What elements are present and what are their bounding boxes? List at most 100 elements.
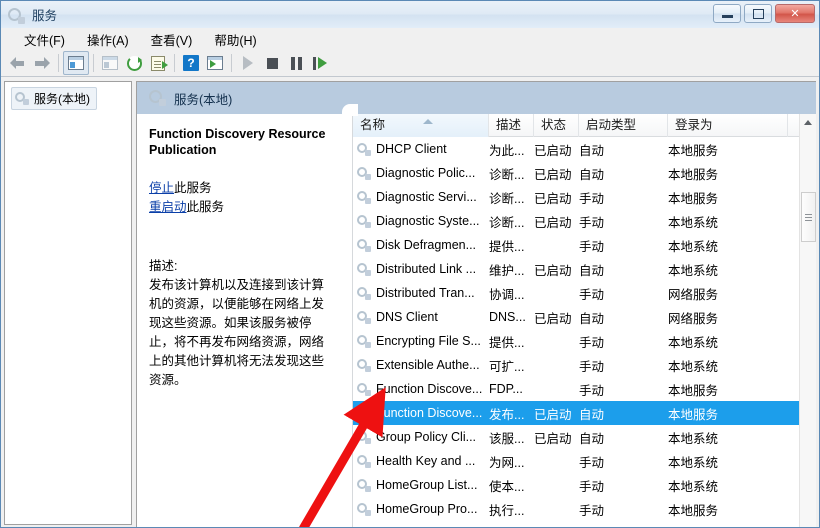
table-row[interactable]: HomeGroup Pro... 执行... 手动 本地服务 <box>353 497 803 521</box>
cell-name: Function Discove... <box>353 406 489 420</box>
table-row[interactable]: Function Discove... FDP... 手动 本地服务 <box>353 377 803 401</box>
restart-service-icon[interactable] <box>308 52 332 74</box>
cell-log-on-as: 本地服务 <box>668 167 719 182</box>
cell-name: Distributed Link ... <box>353 262 489 276</box>
table-row[interactable]: Disk Defragmen... 提供... 手动 本地系统 <box>353 233 803 257</box>
service-title: Function Discovery Resource Publication <box>149 127 326 157</box>
properties-icon[interactable] <box>98 52 122 74</box>
menu-help[interactable]: 帮助(H) <box>203 28 267 51</box>
cell-description: DNS... <box>489 310 526 324</box>
menu-action[interactable]: 操作(A) <box>76 28 140 51</box>
column-status[interactable]: 状态 <box>534 114 579 137</box>
cell-name: Distributed Tran... <box>353 286 489 300</box>
close-button[interactable]: ✕ <box>775 4 815 23</box>
vertical-scrollbar[interactable] <box>799 114 816 527</box>
stop-service-link[interactable]: 停止 <box>149 181 174 195</box>
console-tree-pane: 服务(本地) <box>4 81 132 525</box>
cell-startup-type: 手动 <box>579 455 605 470</box>
start-service-icon[interactable] <box>236 52 260 74</box>
stop-service-icon[interactable] <box>260 52 284 74</box>
cell-description: 执行... <box>489 503 525 518</box>
cell-startup-type: 手动 <box>579 191 605 206</box>
tree-item-services-local[interactable]: 服务(本地) <box>11 87 97 110</box>
table-row[interactable]: Health Key and ... 为网... 手动 本地系统 <box>353 449 803 473</box>
cell-log-on-as: 本地服务 <box>668 143 719 158</box>
window-controls: ✕ <box>713 4 815 23</box>
minimize-button[interactable] <box>713 4 741 23</box>
table-row[interactable]: Function Discove... 发布... 已启动 自动 本地服务 <box>353 401 803 425</box>
column-startup-type[interactable]: 启动类型 <box>579 114 668 137</box>
menu-bar: 文件(F) 操作(A) 查看(V) 帮助(H) <box>1 28 819 50</box>
table-row[interactable]: Human Interface...启用...手动本地系统 <box>353 521 803 527</box>
cell-name: Diagnostic Servi... <box>353 190 489 204</box>
extended-view-icon[interactable] <box>203 52 227 74</box>
toolbar-separator <box>174 54 175 72</box>
service-gear-icon <box>357 166 371 180</box>
cell-description: 诊断... <box>489 215 525 230</box>
cell-name: Encrypting File S... <box>353 334 489 348</box>
table-row[interactable]: Encrypting File S... 提供... 手动 本地系统 <box>353 329 803 353</box>
services-list[interactable]: 名称 描述 状态 启动类型 登录为 DHCP Client 为此... 已启动 自动本… <box>352 114 816 527</box>
cell-name-label: Diagnostic Syste... <box>376 214 480 228</box>
table-row[interactable]: Diagnostic Polic... 诊断... 已启动 自动 本地服务 <box>353 161 803 185</box>
cell-startup-type: 手动 <box>579 383 605 398</box>
export-list-icon[interactable] <box>146 52 170 74</box>
cell-startup-type: 手动 <box>579 479 605 494</box>
cell-name-label: Distributed Tran... <box>376 286 475 300</box>
table-row[interactable]: Diagnostic Servi... 诊断... 已启动 手动 本地服务 <box>353 185 803 209</box>
cell-name: DHCP Client <box>353 142 489 156</box>
cell-startup-type: 手动 <box>579 335 605 350</box>
cell-startup-type: 手动 <box>579 239 605 254</box>
cell-status: 已启动 <box>534 407 572 422</box>
header-corner-notch <box>342 104 358 116</box>
cell-description: 维护... <box>489 263 525 278</box>
back-arrow-icon[interactable] <box>6 52 30 74</box>
cell-description: 为此... <box>489 143 525 158</box>
pane-header: 服务(本地) <box>137 82 816 116</box>
menu-file[interactable]: 文件(F) <box>13 28 76 51</box>
table-row[interactable]: Group Policy Cli... 该服... 已启动 自动 本地系统 <box>353 425 803 449</box>
services-gear-icon <box>15 92 29 105</box>
table-row[interactable]: DHCP Client 为此... 已启动 自动 本地服务 <box>353 137 803 161</box>
cell-name: Group Policy Cli... <box>353 430 489 444</box>
cell-name-label: Group Policy Cli... <box>376 430 477 444</box>
pause-service-icon[interactable] <box>284 52 308 74</box>
table-row[interactable]: Distributed Tran... 协调... 手动 网络服务 <box>353 281 803 305</box>
table-row[interactable]: HomeGroup List... 使本... 手动 本地系统 <box>353 473 803 497</box>
service-gear-icon <box>357 214 371 228</box>
service-gear-icon <box>357 502 371 516</box>
description-label: 描述: <box>149 259 178 273</box>
column-name[interactable]: 名称 <box>353 114 489 137</box>
column-log-on-as[interactable]: 登录为 <box>668 114 788 137</box>
cell-name-label: DHCP Client <box>376 142 447 156</box>
restart-service-link[interactable]: 重启动 <box>149 200 187 214</box>
table-row[interactable]: DNS Client DNS... 已启动 自动 网络服务 <box>353 305 803 329</box>
service-gear-icon <box>357 382 371 396</box>
cell-name-label: Disk Defragmen... <box>376 238 477 252</box>
table-row[interactable]: Diagnostic Syste... 诊断... 已启动 手动 本地系统 <box>353 209 803 233</box>
restore-button[interactable] <box>744 4 772 23</box>
table-row[interactable]: Extensible Authe... 可扩... 手动 本地系统 <box>353 353 803 377</box>
toolbar-separator <box>93 54 94 72</box>
cell-description: 该服... <box>489 431 525 446</box>
refresh-icon[interactable] <box>122 52 146 74</box>
service-gear-icon <box>357 478 371 492</box>
menu-view[interactable]: 查看(V) <box>140 28 204 51</box>
forward-arrow-icon[interactable] <box>30 52 54 74</box>
cell-startup-type: 自动 <box>579 263 605 278</box>
list-rows: DHCP Client 为此... 已启动 自动 本地服务 Diagnostic Poli… <box>353 137 803 527</box>
cell-name: Disk Defragmen... <box>353 238 489 252</box>
help-icon[interactable]: ? <box>179 52 203 74</box>
cell-description: 可扩... <box>489 359 525 374</box>
service-action-links: 停止此服务 重启动此服务 <box>149 179 334 217</box>
cell-log-on-as: 本地服务 <box>668 503 719 518</box>
cell-name-label: Extensible Authe... <box>376 358 480 372</box>
table-row[interactable]: Distributed Link ... 维护... 已启动 自动 本地系统 <box>353 257 803 281</box>
pane-header-label: 服务(本地) <box>174 92 233 107</box>
scroll-thumb[interactable] <box>801 192 816 242</box>
window-title: 服务 <box>32 9 58 23</box>
scroll-up-arrow-icon[interactable] <box>800 114 816 131</box>
show-hide-tree-icon[interactable] <box>63 51 89 75</box>
cell-name-label: HomeGroup List... <box>376 478 478 492</box>
column-description[interactable]: 描述 <box>489 114 534 137</box>
